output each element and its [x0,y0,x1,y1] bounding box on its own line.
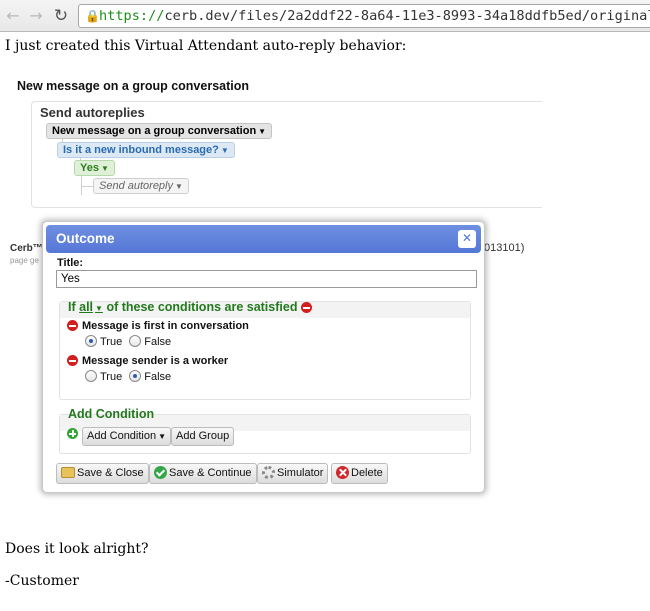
outcome-label: Yes [80,162,99,174]
radio-false-label: False [144,371,172,383]
title-label: Title: [57,257,84,269]
switch-node[interactable]: Is it a new inbound message? ▼ [57,142,235,158]
radio-true-label: True [100,336,123,348]
forward-arrow-icon[interactable]: → [26,6,46,26]
outcome-dialog: Outcome ✕ Title: If all▼ of these condit… [42,221,485,493]
radio-false[interactable] [129,370,142,383]
remove-condition-icon[interactable] [67,354,78,366]
condition-label: Message is first in conversation [82,320,249,332]
radio-false[interactable] [129,335,142,348]
delete-icon [336,465,349,479]
tree-header: Send autoreplies [40,105,145,120]
conditions-suffix: of these conditions are satisfied [106,300,298,314]
radio-true[interactable] [85,335,97,348]
dialog-titlebar[interactable]: Outcome ✕ [46,225,481,253]
action-label: Send autoreply [99,180,173,192]
remove-condition-icon[interactable] [67,319,78,331]
behavior-title: New message on a group conversation [17,79,250,93]
back-arrow-icon[interactable]: ← [3,6,23,26]
signature-text: -Customer [5,573,79,589]
add-condition-header: Add Condition [68,407,155,421]
delete-label: Delete [351,467,383,479]
conditions-header: If all ▼ of these conditions are satisfie… [68,300,312,314]
condition-label: Message sender is a worker [82,355,229,367]
condition-row: Message is first in conversation [67,319,249,332]
quantifier-label: all [79,300,94,314]
folder-icon [61,466,75,478]
conditions-prefix: If [68,300,76,314]
question-text: Does it look alright? [5,541,149,557]
footer-sub: page ge [10,256,39,265]
radio-true-label: True [100,371,123,383]
condition-radio-group: True False [85,335,175,348]
lock-icon: 🔒 [85,9,100,23]
radio-false-label: False [144,336,172,348]
save-continue-button[interactable]: Save & Continue [149,463,257,484]
add-icon[interactable] [67,428,78,439]
intro-text: I just created this Virtual Attendant au… [5,38,407,54]
chevron-down-icon: ▼ [100,164,109,173]
browser-toolbar: ← → ↻ 🔒https://cerb.dev/files/2a2ddf22-8… [0,0,650,32]
gear-icon [262,465,275,479]
delete-button[interactable]: Delete [331,463,388,484]
chevron-down-icon: ▼ [158,432,167,441]
add-condition-label: Add Condition [87,430,157,442]
switch-label: Is it a new inbound message? [63,144,219,156]
url-path: cerb.dev/files/2a2ddf22-8a64-11e3-8993-3… [164,8,650,24]
footer-brand: Cerb™ [10,243,43,254]
check-icon [154,465,167,479]
reload-icon[interactable]: ↻ [51,6,71,26]
chevron-down-icon: ▼ [220,146,229,155]
save-close-button[interactable]: Save & Close [56,463,149,484]
close-icon[interactable]: ✕ [458,230,476,248]
action-node[interactable]: Send autoreply ▼ [93,178,189,194]
condition-radio-group: True False [85,370,175,383]
add-group-button[interactable]: Add Group [171,427,235,446]
trigger-node[interactable]: New message on a group conversation ▼ [46,123,273,139]
save-close-label: Save & Close [77,467,144,479]
address-bar[interactable]: 🔒https://cerb.dev/files/2a2ddf22-8a64-11… [78,4,650,28]
tree-connector [81,186,93,187]
simulator-button[interactable]: Simulator [257,463,329,484]
simulator-label: Simulator [277,467,324,479]
outcome-node[interactable]: Yes ▼ [74,160,115,176]
radio-true[interactable] [85,370,97,383]
footer-version: 013101) [484,242,525,254]
save-continue-label: Save & Continue [169,467,252,479]
chevron-down-icon: ▼ [95,304,103,313]
add-condition-button[interactable]: Add Condition ▼ [82,427,172,446]
chevron-down-icon: ▼ [258,127,267,136]
url-scheme: https:// [99,8,165,24]
title-input[interactable] [56,270,477,288]
remove-group-icon[interactable] [300,302,312,314]
quantifier-dropdown[interactable]: all ▼ [79,300,103,314]
trigger-label: New message on a group conversation [52,125,257,137]
chevron-down-icon: ▼ [175,182,183,191]
condition-row: Message sender is a worker [67,354,229,367]
dialog-title: Outcome [56,231,115,246]
